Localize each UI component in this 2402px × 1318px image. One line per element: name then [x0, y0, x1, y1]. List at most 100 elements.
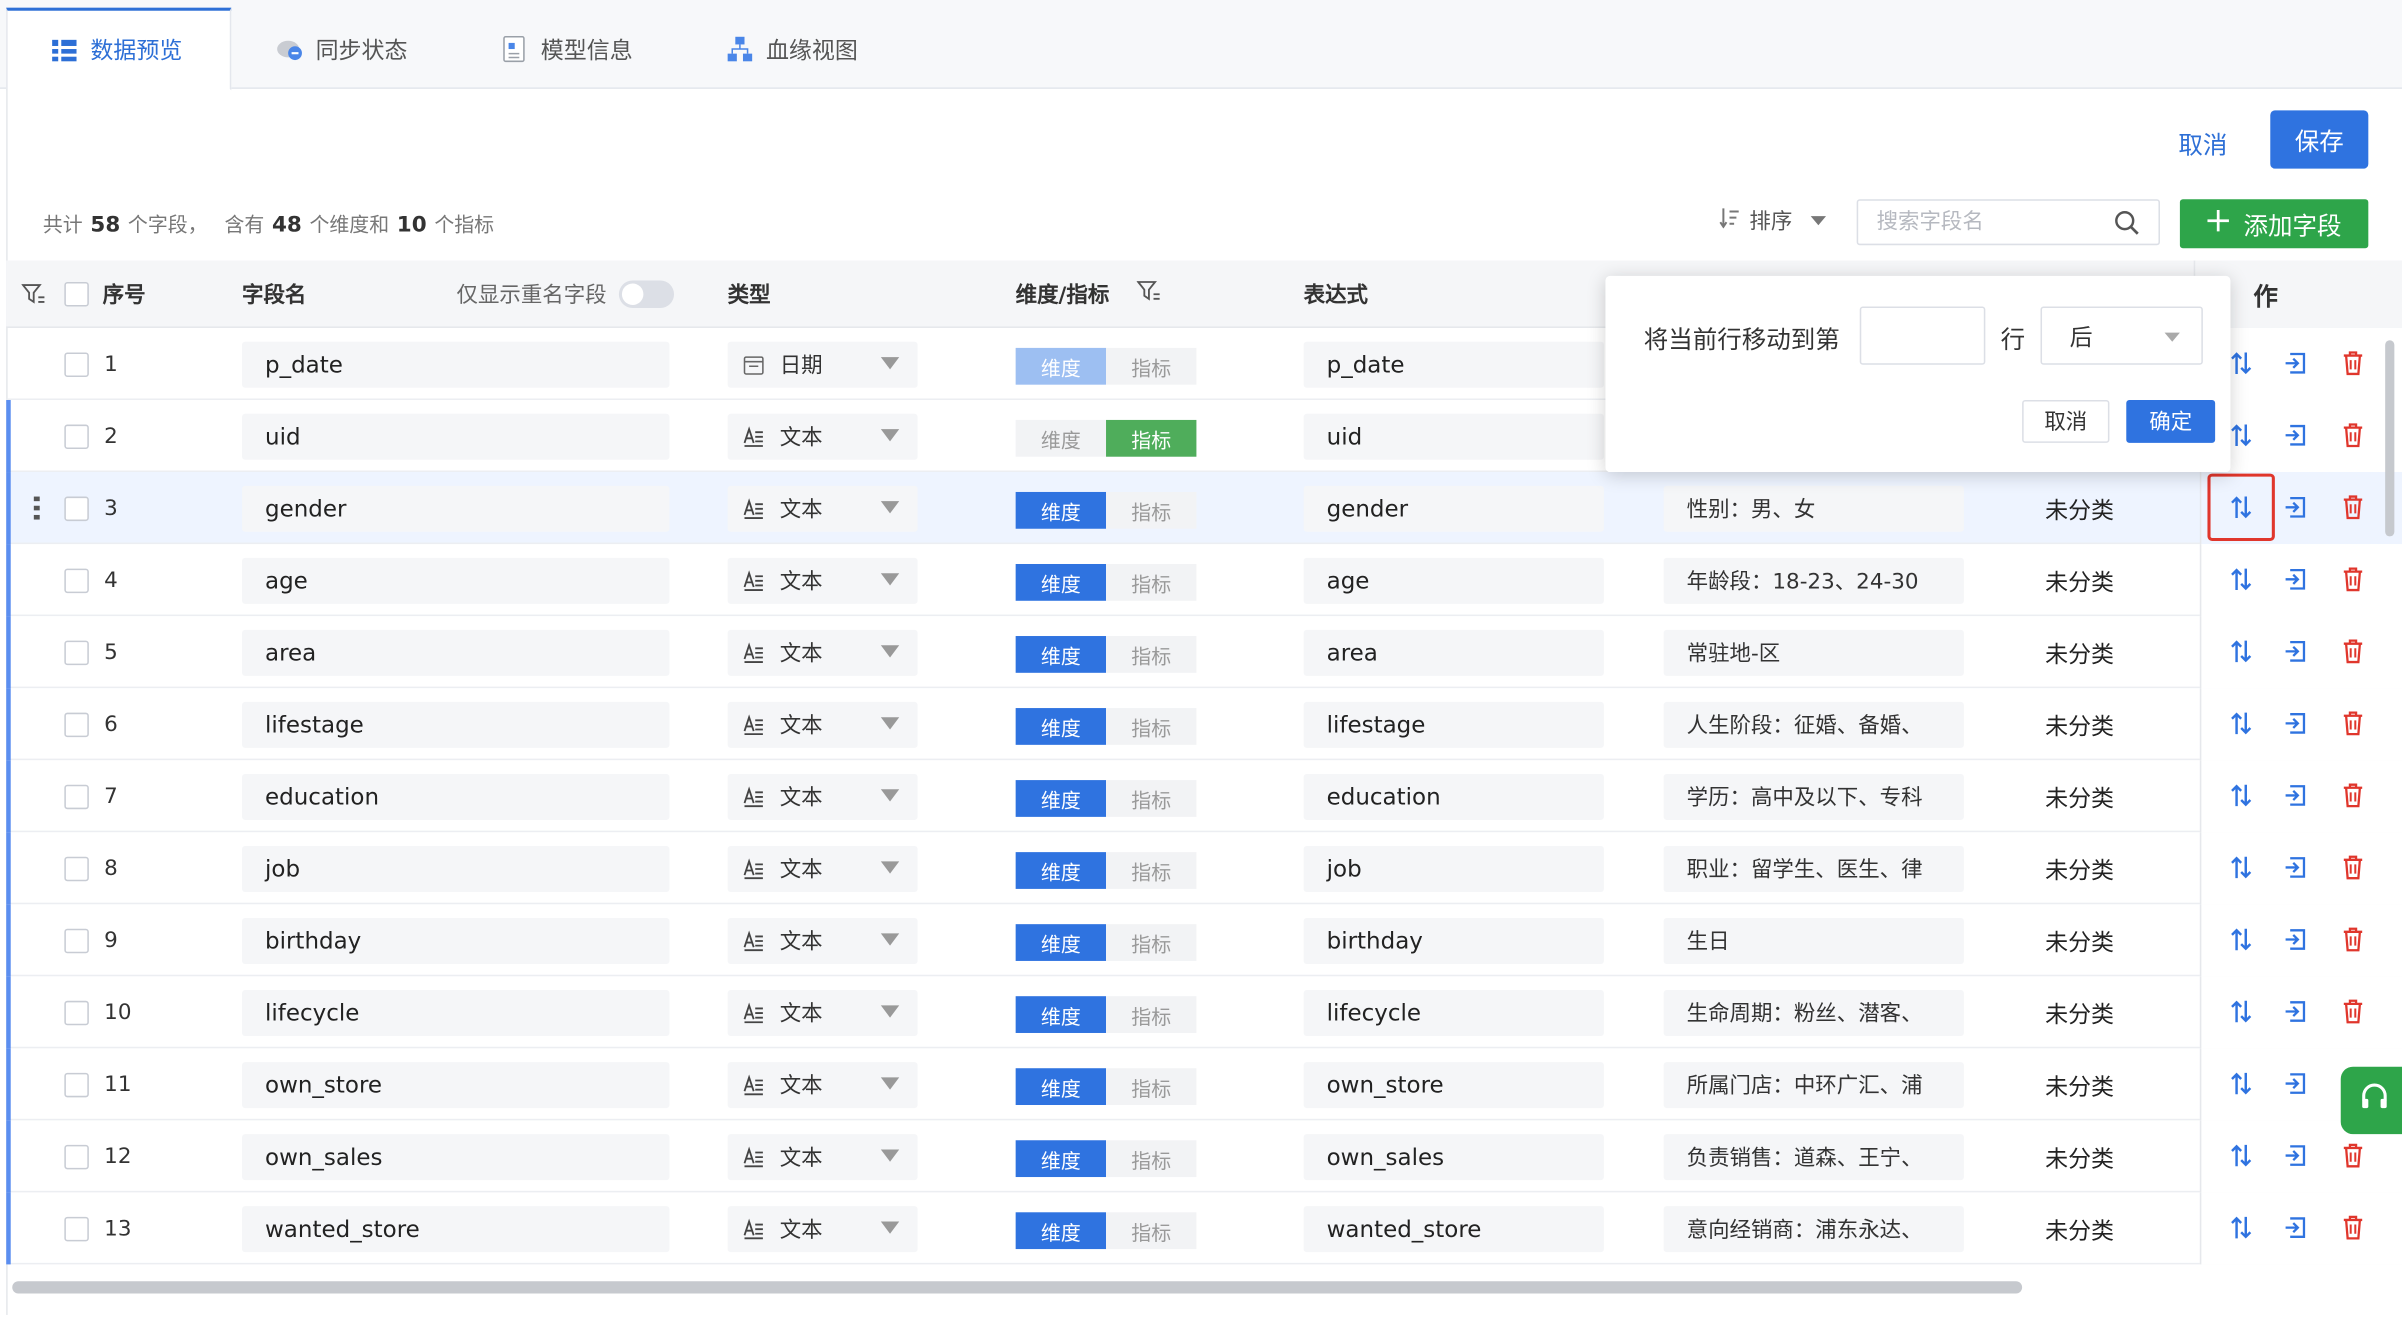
- tab-data-preview[interactable]: 数据预览: [6, 7, 232, 91]
- expression-input[interactable]: p_date: [1303, 341, 1604, 388]
- field-name-input[interactable]: wanted_store: [242, 1206, 670, 1253]
- move-row-icon[interactable]: [2226, 780, 2257, 811]
- description-input[interactable]: 所属门店：中环广汇、浦: [1663, 1062, 1964, 1109]
- dim-option[interactable]: 维度: [1015, 924, 1107, 961]
- delete-icon[interactable]: [2338, 348, 2369, 379]
- move-row-icon[interactable]: [2226, 852, 2257, 883]
- type-select[interactable]: 文本: [727, 557, 918, 604]
- description-input[interactable]: 职业：留学生、医生、律: [1663, 845, 1964, 892]
- delete-icon[interactable]: [2338, 1212, 2369, 1243]
- type-select[interactable]: 文本: [727, 629, 918, 676]
- dim-option[interactable]: 维度: [1015, 1140, 1107, 1178]
- row-checkbox[interactable]: [64, 568, 89, 594]
- export-icon[interactable]: [2281, 420, 2312, 451]
- expression-input[interactable]: own_store: [1303, 1062, 1604, 1109]
- export-icon[interactable]: [2281, 492, 2312, 523]
- metric-option[interactable]: 指标: [1106, 780, 1197, 817]
- description-input[interactable]: 人生阶段：征婚、备婚、: [1663, 701, 1964, 748]
- select-all-checkbox[interactable]: [64, 281, 89, 307]
- horizontal-scrollbar[interactable]: [12, 1281, 2023, 1294]
- metric-option[interactable]: 指标: [1106, 347, 1197, 385]
- export-icon[interactable]: [2281, 1068, 2312, 1099]
- field-name-input[interactable]: gender: [242, 485, 670, 532]
- field-name-input[interactable]: own_store: [242, 1062, 670, 1109]
- category-cell[interactable]: 未分类: [2022, 990, 2191, 1036]
- export-icon[interactable]: [2281, 780, 2312, 811]
- field-name-input[interactable]: area: [242, 629, 670, 676]
- row-checkbox[interactable]: [64, 928, 89, 954]
- row-checkbox[interactable]: [64, 856, 89, 882]
- metric-option[interactable]: 指标: [1106, 996, 1197, 1033]
- metric-option[interactable]: 指标: [1106, 1212, 1197, 1250]
- delete-icon[interactable]: [2338, 924, 2369, 955]
- category-cell[interactable]: 未分类: [2022, 918, 2191, 964]
- description-input[interactable]: 负责销售：道森、王宁、: [1663, 1134, 1964, 1181]
- delete-icon[interactable]: [2338, 420, 2369, 451]
- table-row[interactable]: 12 own_sales 文本 维度 指标 own_sales 负责销售：道森、王宁、 未分类: [6, 1120, 2402, 1193]
- description-input[interactable]: 年龄段：18-23、24-30: [1663, 557, 1964, 604]
- delete-icon[interactable]: [2338, 780, 2369, 811]
- field-name-input[interactable]: education: [242, 773, 670, 820]
- popover-cancel-button[interactable]: 取消: [2022, 400, 2110, 443]
- table-row[interactable]: 8 job 文本 维度 指标 job 职业：留学生、医生、律 未分类: [6, 832, 2402, 905]
- type-select[interactable]: 文本: [727, 845, 918, 892]
- move-row-icon[interactable]: [2226, 1212, 2257, 1243]
- delete-icon[interactable]: [2338, 708, 2369, 739]
- export-icon[interactable]: [2281, 852, 2312, 883]
- metric-option[interactable]: 指标: [1106, 1140, 1197, 1178]
- expression-input[interactable]: education: [1303, 773, 1604, 820]
- row-number-input[interactable]: [1859, 306, 1986, 365]
- delete-icon[interactable]: [2338, 636, 2369, 667]
- metric-option[interactable]: 指标: [1106, 419, 1197, 457]
- category-cell[interactable]: 未分类: [2022, 1134, 2191, 1180]
- expression-input[interactable]: uid: [1303, 413, 1604, 460]
- row-checkbox[interactable]: [64, 1072, 89, 1098]
- row-checkbox[interactable]: [64, 496, 89, 522]
- category-cell[interactable]: 未分类: [2022, 486, 2191, 532]
- expression-input[interactable]: lifecycle: [1303, 990, 1604, 1037]
- expression-input[interactable]: own_sales: [1303, 1134, 1604, 1181]
- filter-icon[interactable]: [1136, 279, 1162, 310]
- row-checkbox[interactable]: [64, 712, 89, 738]
- category-cell[interactable]: 未分类: [2022, 630, 2191, 676]
- export-icon[interactable]: [2281, 636, 2312, 667]
- table-row[interactable]: 3 gender 文本 维度 指标 gender 性别：男、女 未分类: [6, 472, 2402, 545]
- cancel-button[interactable]: 取消: [2166, 116, 2240, 168]
- field-name-input[interactable]: p_date: [242, 341, 670, 388]
- export-icon[interactable]: [2281, 348, 2312, 379]
- search-box[interactable]: [1856, 199, 2160, 246]
- dim-option[interactable]: 维度: [1015, 1068, 1107, 1106]
- dup-only-switch[interactable]: [618, 280, 675, 309]
- table-row[interactable]: 5 area 文本 维度 指标 area 常驻地-区 未分类: [6, 616, 2402, 689]
- expression-input[interactable]: birthday: [1303, 918, 1604, 965]
- type-select[interactable]: 文本: [727, 773, 918, 820]
- dim-option[interactable]: 维度: [1015, 419, 1107, 457]
- type-select[interactable]: 文本: [727, 1062, 918, 1109]
- category-cell[interactable]: 未分类: [2022, 1062, 2191, 1108]
- table-row[interactable]: 4 age 文本 维度 指标 age 年龄段：18-23、24-30 未分类: [6, 544, 2402, 617]
- add-field-button[interactable]: 添加字段: [2179, 199, 2369, 249]
- table-row[interactable]: 9 birthday 文本 维度 指标 birthday 生日 未分类: [6, 904, 2402, 977]
- category-cell[interactable]: 未分类: [2022, 702, 2191, 748]
- field-name-input[interactable]: uid: [242, 413, 670, 460]
- metric-option[interactable]: 指标: [1106, 708, 1197, 745]
- expression-input[interactable]: job: [1303, 845, 1604, 892]
- metric-option[interactable]: 指标: [1106, 563, 1197, 601]
- metric-option[interactable]: 指标: [1106, 1068, 1197, 1106]
- dim-option[interactable]: 维度: [1015, 636, 1107, 673]
- field-name-input[interactable]: birthday: [242, 918, 670, 965]
- type-select[interactable]: 文本: [727, 990, 918, 1037]
- row-checkbox[interactable]: [64, 1216, 89, 1242]
- dim-option[interactable]: 维度: [1015, 347, 1107, 385]
- filter-icon[interactable]: [21, 261, 46, 328]
- row-checkbox[interactable]: [64, 1144, 89, 1170]
- expression-input[interactable]: lifestage: [1303, 701, 1604, 748]
- move-row-icon[interactable]: [2226, 924, 2257, 955]
- category-cell[interactable]: 未分类: [2022, 846, 2191, 892]
- delete-icon[interactable]: [2338, 564, 2369, 595]
- dim-option[interactable]: 维度: [1015, 491, 1107, 529]
- row-checkbox[interactable]: [64, 1000, 89, 1026]
- field-name-input[interactable]: age: [242, 557, 670, 604]
- description-input[interactable]: 生命周期：粉丝、潜客、: [1663, 990, 1964, 1037]
- dim-option[interactable]: 维度: [1015, 996, 1107, 1033]
